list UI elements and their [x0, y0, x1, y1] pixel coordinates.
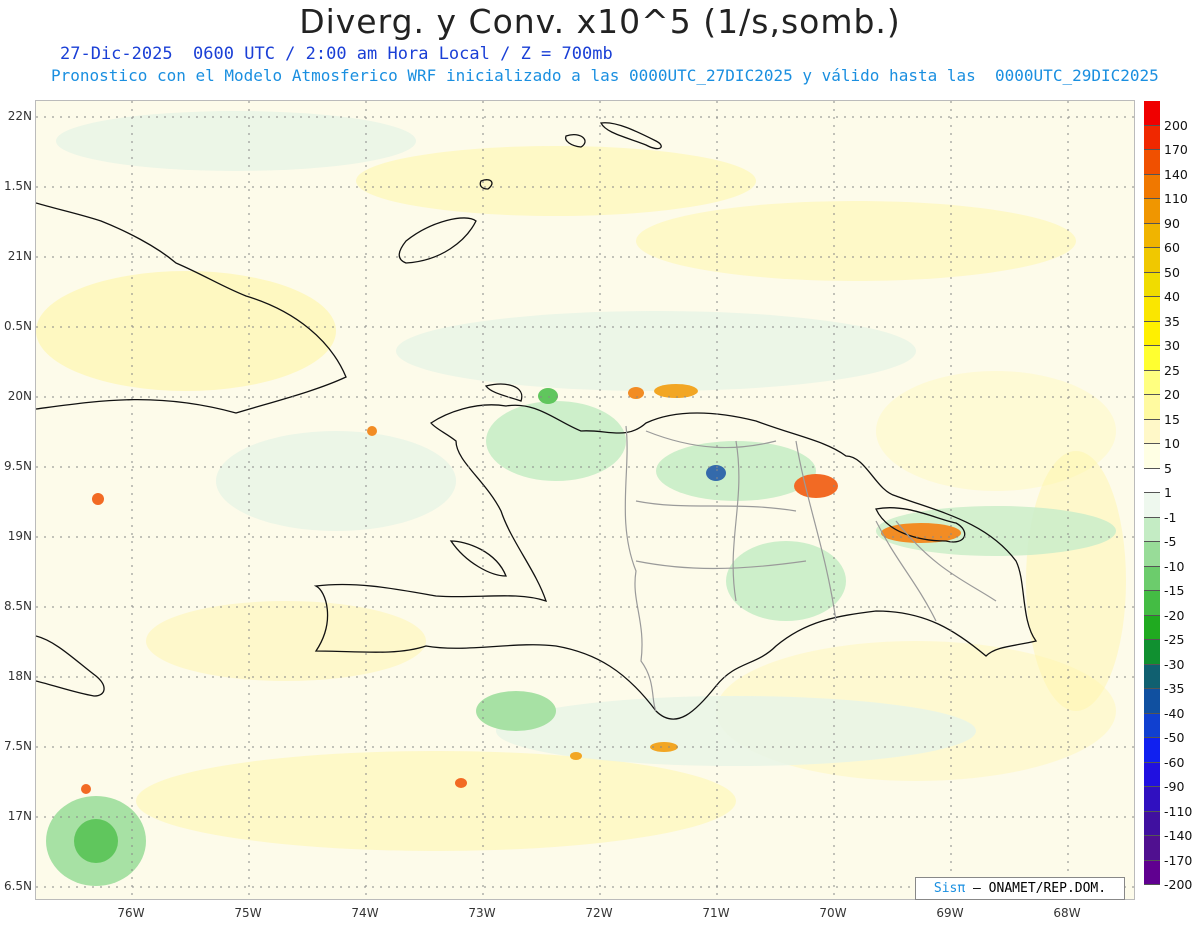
colorbar-swatch — [1144, 738, 1160, 763]
lat-label: 18N — [7, 669, 32, 683]
colorbar-swatch — [1144, 444, 1160, 469]
lat-label: 0.5N — [3, 319, 32, 333]
lat-label: 17N — [7, 809, 32, 823]
colorbar-label: -15 — [1164, 583, 1185, 598]
colorbar-swatch — [1144, 199, 1160, 224]
colorbar-label: -50 — [1164, 730, 1185, 745]
colorbar-swatch — [1144, 395, 1160, 420]
colorbar-swatch — [1144, 787, 1160, 812]
colorbar-label: 170 — [1164, 142, 1188, 157]
colorbar-label: 200 — [1164, 117, 1188, 133]
colorbar-swatch — [1144, 640, 1160, 665]
lat-label: 9.5N — [3, 459, 32, 473]
lat-label: 8.5N — [3, 599, 32, 613]
colorbar-label: 30 — [1164, 338, 1180, 353]
colorbar-swatch — [1144, 860, 1160, 885]
lat-label: 6.5N — [3, 879, 32, 893]
lat-label: 1.5N — [3, 179, 32, 193]
colorbar-swatch — [1144, 272, 1160, 297]
colorbar-label: 90 — [1164, 215, 1180, 231]
colorbar-label: 20 — [1164, 387, 1180, 402]
colorbar-swatch — [1144, 762, 1160, 787]
sispi-logo: Sisπ — [933, 881, 966, 896]
colorbar-label: 10 — [1164, 436, 1180, 451]
colorbar-label: 5 — [1164, 460, 1172, 476]
model-info-line: Pronostico con el Modelo Atmosferico WRF… — [51, 66, 1159, 85]
colorbar-label: -170 — [1164, 852, 1193, 868]
colorbar-label: 50 — [1164, 264, 1180, 280]
colorbar-label: -200 — [1164, 877, 1193, 892]
colorbar-swatch — [1144, 542, 1160, 567]
colorbar-swatch — [1144, 370, 1160, 395]
colorbar-swatch — [1144, 468, 1160, 493]
lon-label: 70W — [819, 906, 847, 920]
colorbar-swatch — [1144, 174, 1160, 199]
lon-label: 68W — [1053, 906, 1081, 920]
colorbar-swatch — [1144, 150, 1160, 175]
map-frame — [35, 100, 1135, 900]
lat-label: 20N — [7, 389, 32, 403]
colorbar-label: -5 — [1164, 534, 1177, 549]
lon-label: 74W — [351, 906, 379, 920]
colorbar-swatch — [1144, 248, 1160, 273]
forecast-time-line: 27-Dic-2025 0600 UTC / 2:00 am Hora Loca… — [60, 44, 613, 64]
colorbar-label: 40 — [1164, 289, 1180, 304]
colorbar-label: -60 — [1164, 754, 1185, 770]
lon-label: 73W — [468, 906, 496, 920]
colorbar-label: -35 — [1164, 681, 1185, 696]
colorbar-swatch — [1144, 125, 1160, 150]
colorbar-swatch — [1144, 664, 1160, 689]
lon-label: 76W — [117, 906, 145, 920]
colorbar-label: 110 — [1164, 191, 1188, 206]
colorbar-swatch — [1144, 811, 1160, 836]
colorbar-label: 60 — [1164, 240, 1180, 255]
colorbar-swatch — [1144, 223, 1160, 248]
colorbar-label: -1 — [1164, 509, 1177, 525]
lon-label: 75W — [234, 906, 262, 920]
colorbar-label: 35 — [1164, 313, 1180, 329]
colorbar-swatch — [1144, 101, 1160, 126]
chart-title: Diverg. y Conv. x10^5 (1/s,somb.) — [299, 2, 901, 41]
colorbar-swatch — [1144, 566, 1160, 591]
colorbar-swatch — [1144, 615, 1160, 640]
lon-label: 69W — [936, 906, 964, 920]
lat-label: 7.5N — [3, 739, 32, 753]
colorbar-label: -140 — [1164, 828, 1193, 843]
lat-label: 21N — [7, 249, 32, 263]
colorbar-label: -110 — [1164, 803, 1193, 819]
colorbar-swatch — [1144, 517, 1160, 542]
colorbar-label: -90 — [1164, 779, 1185, 794]
colorbar-label: -40 — [1164, 705, 1185, 721]
colorbar-swatch — [1144, 836, 1160, 861]
colorbar-swatch — [1144, 591, 1160, 616]
colorbar-swatch — [1144, 321, 1160, 346]
colorbar-swatch — [1144, 493, 1160, 518]
colorbar-label: -25 — [1164, 632, 1185, 647]
colorbar-swatch — [1144, 297, 1160, 322]
colorbar-swatch — [1144, 346, 1160, 371]
lon-label: 72W — [585, 906, 613, 920]
colorbar-label: 1 — [1164, 485, 1172, 500]
colorbar-swatch — [1144, 713, 1160, 738]
map-canvas — [36, 101, 1134, 899]
colorbar-label: 140 — [1164, 166, 1188, 182]
lon-label: 71W — [702, 906, 730, 920]
colorbar-label: -20 — [1164, 607, 1185, 623]
colorbar-swatch — [1144, 689, 1160, 714]
colorbar-label: -10 — [1164, 558, 1185, 574]
lat-label: 19N — [7, 529, 32, 543]
colorbar-label: 15 — [1164, 411, 1180, 427]
credit-box: Sisπ – ONAMET/REP.DOM. — [915, 877, 1125, 900]
colorbar-swatch — [1144, 419, 1160, 444]
lat-label: 22N — [7, 109, 32, 123]
colorbar-label: -30 — [1164, 656, 1185, 672]
credit-text: – ONAMET/REP.DOM. — [973, 881, 1107, 896]
colorbar-label: 25 — [1164, 362, 1180, 378]
